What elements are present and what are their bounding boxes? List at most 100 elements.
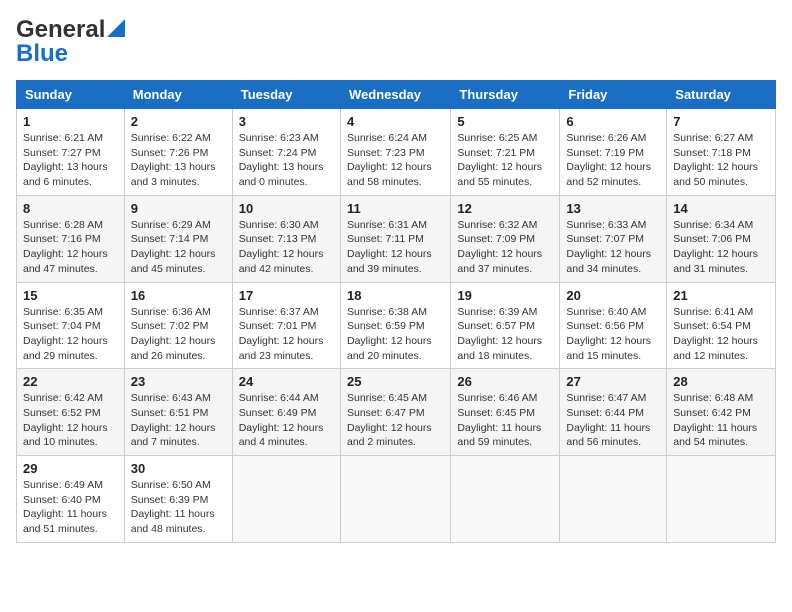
calendar-cell: 4 Sunrise: 6:24 AM Sunset: 7:23 PM Daylig… — [340, 109, 450, 196]
calendar-cell: 28 Sunrise: 6:48 AM Sunset: 6:42 PM Dayli… — [667, 369, 776, 456]
logo: General Blue — [16, 16, 125, 68]
logo-blue: Blue — [16, 40, 68, 68]
day-number: 14 — [673, 201, 769, 216]
day-info: Sunrise: 6:48 AM Sunset: 6:42 PM Dayligh… — [673, 391, 769, 450]
logo-icon — [107, 19, 125, 37]
day-info: Sunrise: 6:38 AM Sunset: 6:59 PM Dayligh… — [347, 305, 444, 364]
weekday-header-sunday: Sunday — [17, 81, 125, 109]
calendar-cell: 9 Sunrise: 6:29 AM Sunset: 7:14 PM Daylig… — [124, 195, 232, 282]
day-info: Sunrise: 6:49 AM Sunset: 6:40 PM Dayligh… — [23, 478, 118, 537]
day-info: Sunrise: 6:37 AM Sunset: 7:01 PM Dayligh… — [239, 305, 334, 364]
calendar-table: SundayMondayTuesdayWednesdayThursdayFrid… — [16, 80, 776, 543]
day-info: Sunrise: 6:34 AM Sunset: 7:06 PM Dayligh… — [673, 218, 769, 277]
calendar-cell: 18 Sunrise: 6:38 AM Sunset: 6:59 PM Dayli… — [340, 282, 450, 369]
day-number: 30 — [131, 461, 226, 476]
day-number: 25 — [347, 374, 444, 389]
calendar-cell — [560, 456, 667, 543]
calendar-cell: 22Sunrise: 6:42 AM Sunset: 6:52 PM Dayli… — [17, 369, 125, 456]
day-number: 26 — [457, 374, 553, 389]
day-info: Sunrise: 6:41 AM Sunset: 6:54 PM Dayligh… — [673, 305, 769, 364]
weekday-header-tuesday: Tuesday — [232, 81, 340, 109]
calendar-cell: 19 Sunrise: 6:39 AM Sunset: 6:57 PM Dayli… — [451, 282, 560, 369]
weekday-header-friday: Friday — [560, 81, 667, 109]
day-info: Sunrise: 6:24 AM Sunset: 7:23 PM Dayligh… — [347, 131, 444, 190]
calendar-cell — [340, 456, 450, 543]
day-number: 4 — [347, 114, 444, 129]
day-number: 22 — [23, 374, 118, 389]
calendar-cell: 29 Sunrise: 6:49 AM Sunset: 6:40 PM Dayli… — [17, 456, 125, 543]
day-info: Sunrise: 6:33 AM Sunset: 7:07 PM Dayligh… — [566, 218, 660, 277]
day-info: Sunrise: 6:39 AM Sunset: 6:57 PM Dayligh… — [457, 305, 553, 364]
day-info: Sunrise: 6:50 AM Sunset: 6:39 PM Dayligh… — [131, 478, 226, 537]
day-info: Sunrise: 6:44 AM Sunset: 6:49 PM Dayligh… — [239, 391, 334, 450]
weekday-header-saturday: Saturday — [667, 81, 776, 109]
day-number: 27 — [566, 374, 660, 389]
day-number: 24 — [239, 374, 334, 389]
weekday-header-row: SundayMondayTuesdayWednesdayThursdayFrid… — [17, 81, 776, 109]
calendar-cell: 20 Sunrise: 6:40 AM Sunset: 6:56 PM Dayli… — [560, 282, 667, 369]
day-info: Sunrise: 6:31 AM Sunset: 7:11 PM Dayligh… — [347, 218, 444, 277]
day-number: 12 — [457, 201, 553, 216]
page-header: General Blue — [16, 16, 776, 68]
day-info: Sunrise: 6:32 AM Sunset: 7:09 PM Dayligh… — [457, 218, 553, 277]
calendar-week-row: 22Sunrise: 6:42 AM Sunset: 6:52 PM Dayli… — [17, 369, 776, 456]
day-info: Sunrise: 6:23 AM Sunset: 7:24 PM Dayligh… — [239, 131, 334, 190]
day-info: Sunrise: 6:30 AM Sunset: 7:13 PM Dayligh… — [239, 218, 334, 277]
calendar-cell: 15 Sunrise: 6:35 AM Sunset: 7:04 PM Dayli… — [17, 282, 125, 369]
calendar-cell: 26 Sunrise: 6:46 AM Sunset: 6:45 PM Dayli… — [451, 369, 560, 456]
day-info: Sunrise: 6:35 AM Sunset: 7:04 PM Dayligh… — [23, 305, 118, 364]
day-number: 17 — [239, 288, 334, 303]
day-info: Sunrise: 6:27 AM Sunset: 7:18 PM Dayligh… — [673, 131, 769, 190]
calendar-body: 1 Sunrise: 6:21 AM Sunset: 7:27 PM Daylig… — [17, 109, 776, 543]
day-number: 16 — [131, 288, 226, 303]
weekday-header-wednesday: Wednesday — [340, 81, 450, 109]
day-number: 6 — [566, 114, 660, 129]
day-info: Sunrise: 6:26 AM Sunset: 7:19 PM Dayligh… — [566, 131, 660, 190]
calendar-cell: 13 Sunrise: 6:33 AM Sunset: 7:07 PM Dayli… — [560, 195, 667, 282]
day-number: 9 — [131, 201, 226, 216]
day-info: Sunrise: 6:25 AM Sunset: 7:21 PM Dayligh… — [457, 131, 553, 190]
day-number: 20 — [566, 288, 660, 303]
day-info: Sunrise: 6:47 AM Sunset: 6:44 PM Dayligh… — [566, 391, 660, 450]
day-number: 21 — [673, 288, 769, 303]
calendar-cell: 23 Sunrise: 6:43 AM Sunset: 6:51 PM Dayli… — [124, 369, 232, 456]
day-info: Sunrise: 6:28 AM Sunset: 7:16 PM Dayligh… — [23, 218, 118, 277]
day-info: Sunrise: 6:29 AM Sunset: 7:14 PM Dayligh… — [131, 218, 226, 277]
calendar-cell: 12 Sunrise: 6:32 AM Sunset: 7:09 PM Dayli… — [451, 195, 560, 282]
day-number: 7 — [673, 114, 769, 129]
calendar-cell: 8Sunrise: 6:28 AM Sunset: 7:16 PM Daylig… — [17, 195, 125, 282]
calendar-cell — [232, 456, 340, 543]
calendar-cell: 21 Sunrise: 6:41 AM Sunset: 6:54 PM Dayli… — [667, 282, 776, 369]
day-info: Sunrise: 6:36 AM Sunset: 7:02 PM Dayligh… — [131, 305, 226, 364]
calendar-cell: 27 Sunrise: 6:47 AM Sunset: 6:44 PM Dayli… — [560, 369, 667, 456]
calendar-cell: 6 Sunrise: 6:26 AM Sunset: 7:19 PM Daylig… — [560, 109, 667, 196]
weekday-header-thursday: Thursday — [451, 81, 560, 109]
day-number: 10 — [239, 201, 334, 216]
day-number: 23 — [131, 374, 226, 389]
day-number: 18 — [347, 288, 444, 303]
day-info: Sunrise: 6:21 AM Sunset: 7:27 PM Dayligh… — [23, 131, 118, 190]
day-info: Sunrise: 6:45 AM Sunset: 6:47 PM Dayligh… — [347, 391, 444, 450]
calendar-cell: 11Sunrise: 6:31 AM Sunset: 7:11 PM Dayli… — [340, 195, 450, 282]
calendar-cell — [667, 456, 776, 543]
calendar-cell: 17 Sunrise: 6:37 AM Sunset: 7:01 PM Dayli… — [232, 282, 340, 369]
day-number: 19 — [457, 288, 553, 303]
day-info: Sunrise: 6:40 AM Sunset: 6:56 PM Dayligh… — [566, 305, 660, 364]
calendar-cell: 7 Sunrise: 6:27 AM Sunset: 7:18 PM Daylig… — [667, 109, 776, 196]
calendar-cell: 3Sunrise: 6:23 AM Sunset: 7:24 PM Daylig… — [232, 109, 340, 196]
calendar-cell: 25 Sunrise: 6:45 AM Sunset: 6:47 PM Dayli… — [340, 369, 450, 456]
calendar-cell: 30 Sunrise: 6:50 AM Sunset: 6:39 PM Dayli… — [124, 456, 232, 543]
calendar-week-row: 8Sunrise: 6:28 AM Sunset: 7:16 PM Daylig… — [17, 195, 776, 282]
day-info: Sunrise: 6:46 AM Sunset: 6:45 PM Dayligh… — [457, 391, 553, 450]
day-number: 15 — [23, 288, 118, 303]
day-number: 28 — [673, 374, 769, 389]
calendar-cell: 14 Sunrise: 6:34 AM Sunset: 7:06 PM Dayli… — [667, 195, 776, 282]
calendar-cell — [451, 456, 560, 543]
calendar-cell: 5Sunrise: 6:25 AM Sunset: 7:21 PM Daylig… — [451, 109, 560, 196]
day-number: 2 — [131, 114, 226, 129]
day-number: 1 — [23, 114, 118, 129]
calendar-cell: 24 Sunrise: 6:44 AM Sunset: 6:49 PM Dayli… — [232, 369, 340, 456]
day-number: 29 — [23, 461, 118, 476]
day-info: Sunrise: 6:43 AM Sunset: 6:51 PM Dayligh… — [131, 391, 226, 450]
day-number: 13 — [566, 201, 660, 216]
